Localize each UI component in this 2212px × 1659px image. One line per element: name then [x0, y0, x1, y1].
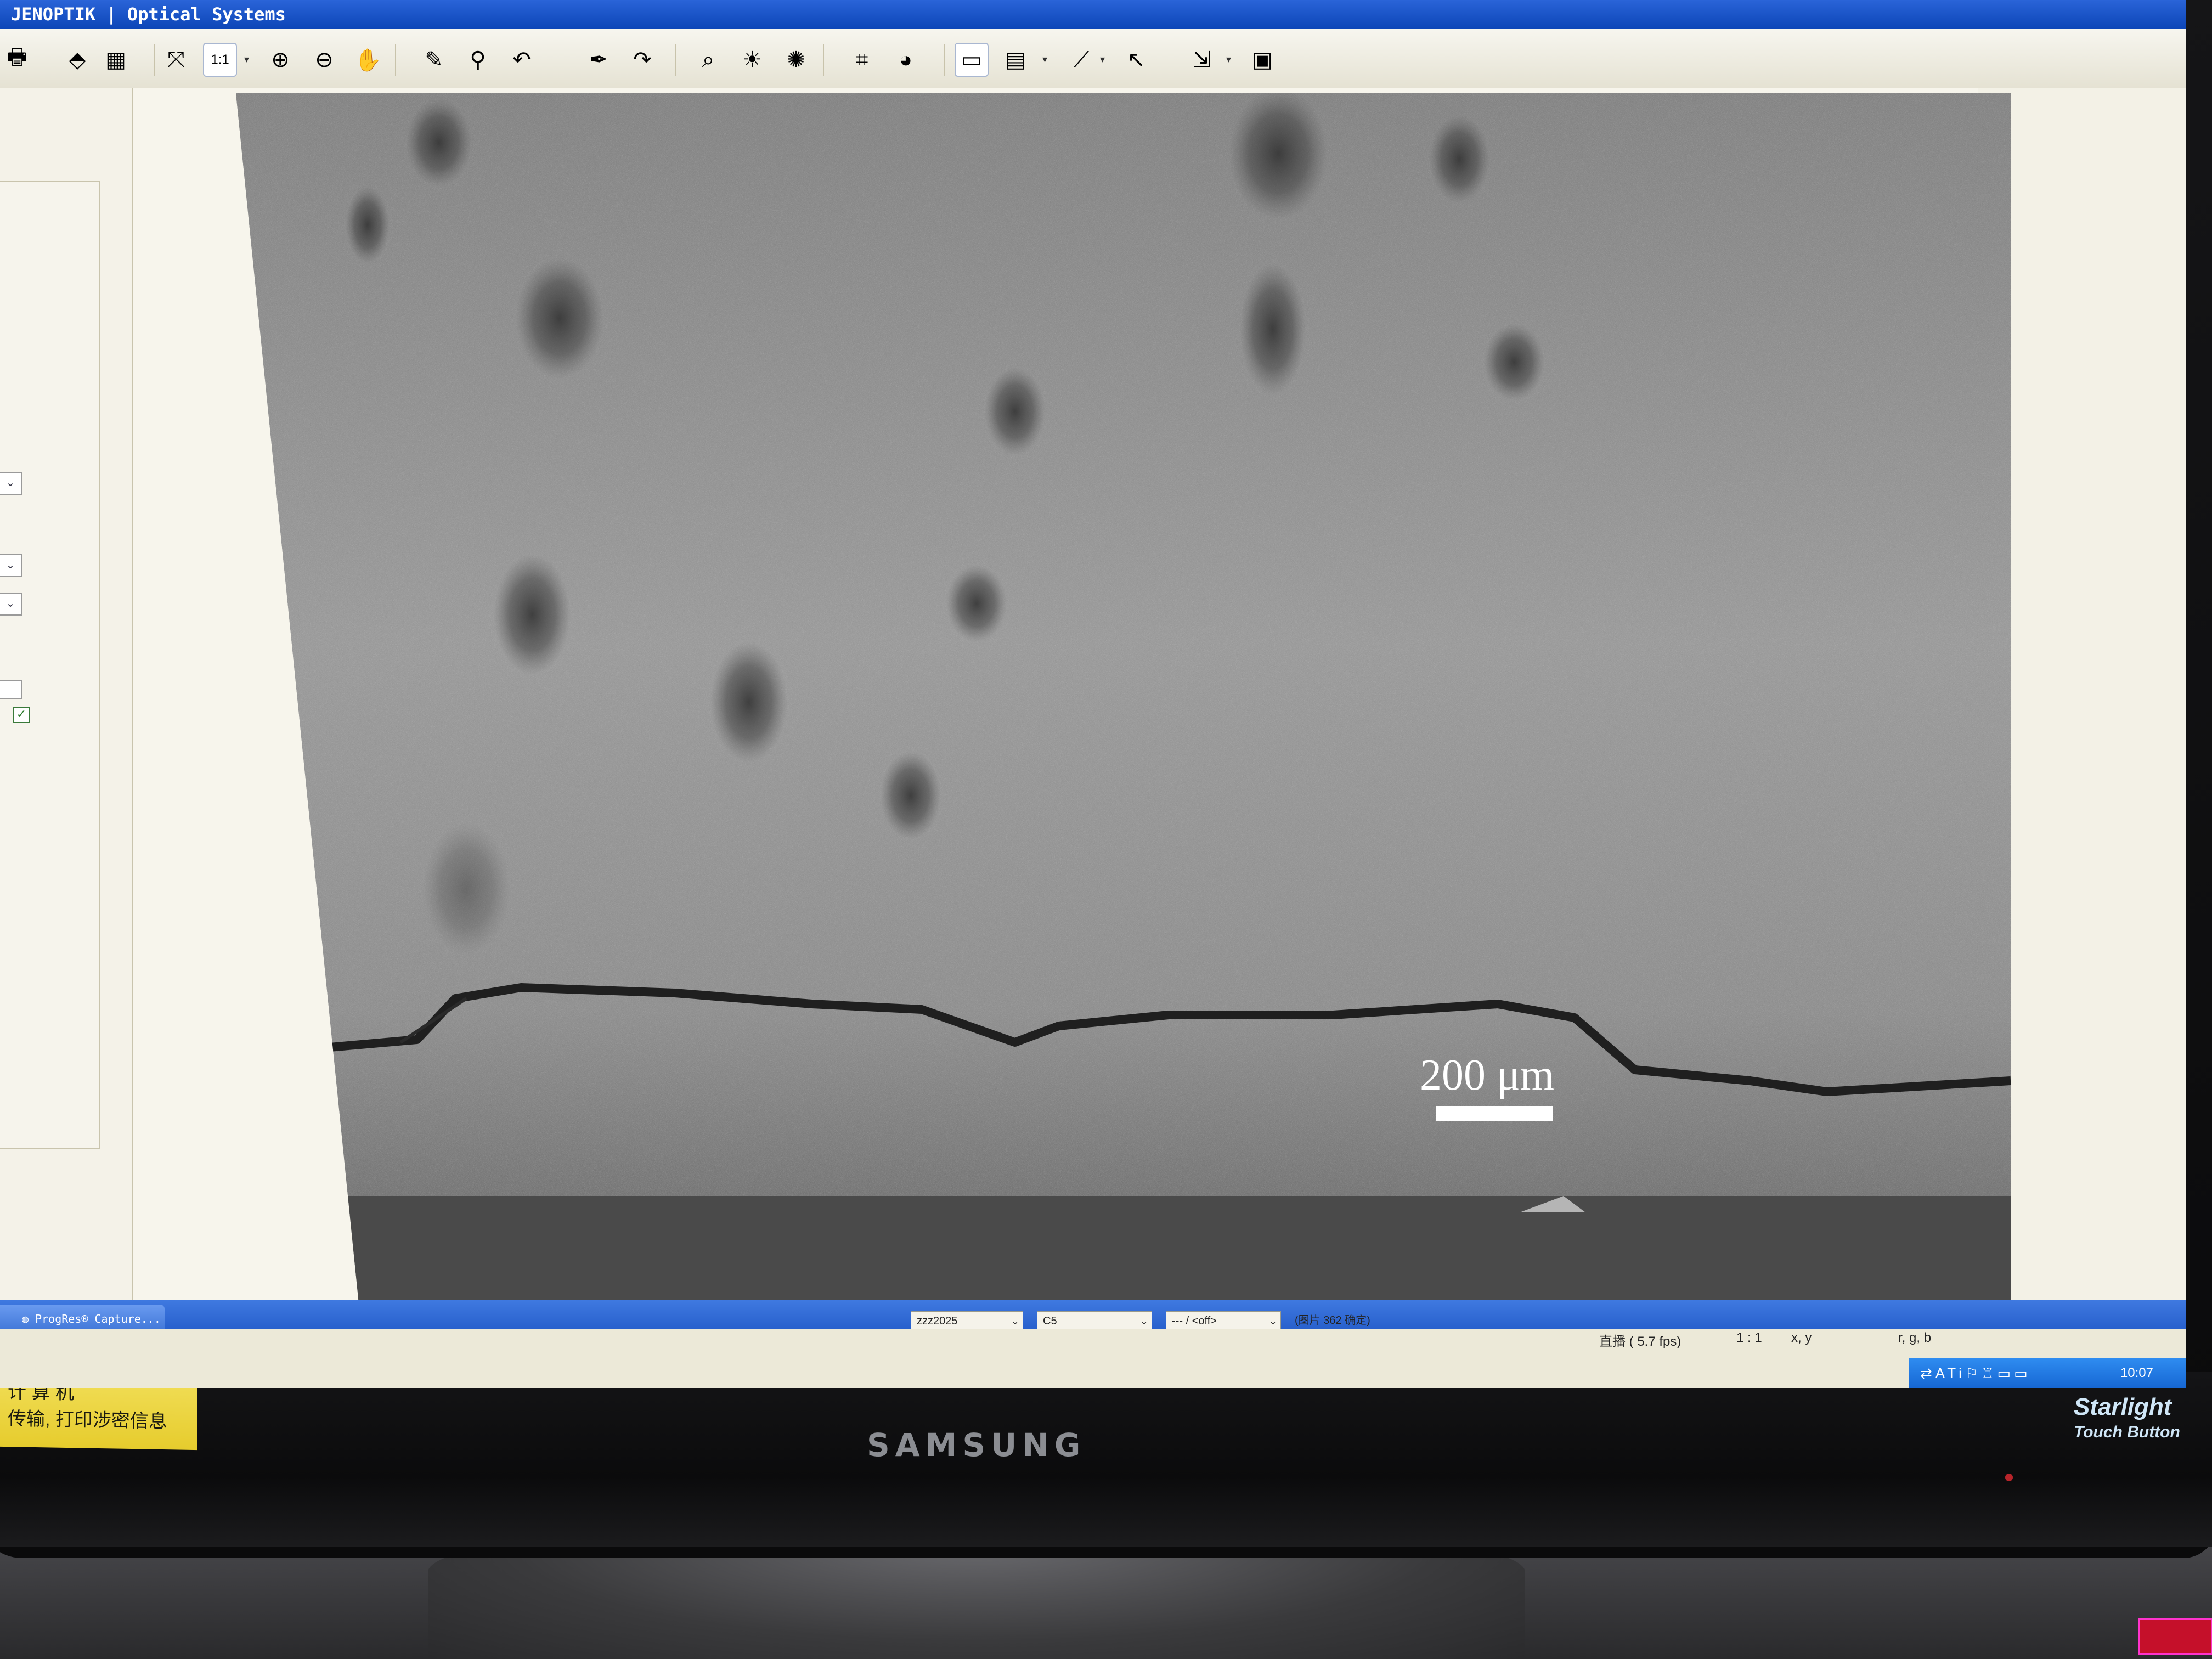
- micrograph: [236, 93, 2011, 1317]
- chevron-down-icon: ⌄: [1139, 1316, 1148, 1327]
- cursor-coords: x, y: [1791, 1330, 1812, 1345]
- toolbar: 🖶 ⬘ ▦ ⤧ 1:1 ⊕ ⊖ ✋ ✎ ⚲ ↶ ✒ ↷ ⌕ ☀ ✺ ⌗ ◕ ▭ ▤ ⟋ ↖ ⇲ ▣ ▾ ▾ ▾ ▾: [0, 29, 2186, 89]
- left-panel: ⌄ ⌄ ⌄ ✓: [0, 88, 133, 1300]
- left-field-2[interactable]: ⌄: [0, 554, 22, 577]
- left-field-1[interactable]: ⌄: [0, 472, 22, 495]
- camera-select[interactable]: C5 ⌄: [1037, 1311, 1152, 1331]
- zoom-level: 1 : 1: [1736, 1330, 1762, 1345]
- hand-pan-icon[interactable]: ✋: [351, 43, 385, 77]
- dropdown-arrow-icon[interactable]: ▾: [1042, 54, 1047, 65]
- toolbar-separator: [395, 44, 396, 76]
- chevron-down-icon: ⌄: [1268, 1316, 1277, 1327]
- redo-arrow-icon[interactable]: ↷: [625, 43, 659, 77]
- chevron-down-icon: ⌄: [1011, 1316, 1019, 1327]
- chevron-down-icon: ⌄: [5, 597, 15, 610]
- profile-select[interactable]: zzz2025 ⌄: [911, 1311, 1023, 1331]
- photo-frame: SAMSUNG 计 算 机 传输, 打印涉密信息 Starlight Touch…: [0, 0, 2212, 1659]
- line-measure-icon[interactable]: ⟋: [1064, 43, 1098, 77]
- chevron-down-icon: ⌄: [5, 559, 15, 571]
- left-field-3[interactable]: ⌄: [0, 592, 22, 616]
- starlight-label: Starlight Touch Button: [2074, 1393, 2212, 1476]
- overlay-icon[interactable]: ▭: [955, 43, 989, 77]
- zoom-in-icon[interactable]: ⊕: [263, 43, 297, 77]
- profile-value: zzz2025: [917, 1315, 958, 1327]
- starlight-title: Starlight: [2074, 1393, 2172, 1420]
- color-icon[interactable]: ◕: [889, 43, 923, 77]
- starlight-subtitle: Touch Button: [2074, 1423, 2180, 1441]
- white-balance-icon[interactable]: ⚲: [461, 43, 495, 77]
- ruler-icon[interactable]: ▤: [998, 43, 1032, 77]
- pixel-rgb: r, g, b: [1898, 1330, 1932, 1345]
- image-gallery-icon[interactable]: ▦: [99, 43, 133, 77]
- toolbar-separator: [823, 44, 824, 76]
- brand-logo: SAMSUNG: [867, 1426, 1086, 1464]
- brightness-icon[interactable]: ☀: [735, 43, 769, 77]
- toolbar-separator: [675, 44, 676, 76]
- live-fps: 直播 ( 5.7 fps): [1599, 1334, 1681, 1349]
- scale-bar-label: 200 μm: [1420, 1051, 1555, 1099]
- window-title: JENOPTIK | Optical Systems: [0, 0, 2186, 29]
- dropdown-arrow-icon[interactable]: ▾: [1226, 54, 1231, 65]
- acquire-icon[interactable]: ⬘: [60, 43, 94, 77]
- corner-badge: [2138, 1618, 2212, 1655]
- fit-window-icon[interactable]: ⤧: [159, 43, 193, 77]
- power-led: [2005, 1474, 2013, 1481]
- tray-icons[interactable]: ⇄ATi⚐♖▭▭: [1920, 1358, 2031, 1388]
- monitor-bezel: [0, 1372, 2212, 1547]
- pipette-icon[interactable]: ✎: [417, 43, 451, 77]
- dropdown-arrow-icon[interactable]: ▾: [1100, 54, 1105, 65]
- mode-select[interactable]: --- / <off> ⌄: [1166, 1311, 1281, 1331]
- eyedropper-icon[interactable]: ✒: [582, 43, 616, 77]
- find-icon[interactable]: ⌕: [691, 43, 725, 77]
- mode-value: --- / <off>: [1172, 1315, 1217, 1327]
- image-count: (图片 362 确定): [1295, 1314, 1370, 1327]
- screen: JENOPTIK | Optical Systems 🖶 ⬘ ▦ ⤧ 1:1 ⊕ ⊖ ✋ ✎ ⚲ ↶…: [0, 0, 2186, 1388]
- export-icon[interactable]: ⇲: [1185, 43, 1219, 77]
- clock: 10:07: [2120, 1365, 2153, 1380]
- status-line: [0, 1329, 2186, 1350]
- camera-value: C5: [1043, 1315, 1057, 1327]
- zoom-1to1-icon[interactable]: 1:1: [203, 43, 237, 77]
- crop-icon[interactable]: ⌗: [845, 43, 879, 77]
- system-tray: ⇄ATi⚐♖▭▭ 10:07: [1909, 1358, 2186, 1388]
- print-icon[interactable]: 🖶: [0, 43, 34, 77]
- undo-icon[interactable]: ↶: [505, 43, 539, 77]
- settings-panel: [0, 181, 100, 1149]
- microscope-image[interactable]: 200 μm: [236, 93, 2011, 1317]
- checkbox[interactable]: ✓: [13, 707, 30, 723]
- left-field-4[interactable]: [0, 680, 22, 699]
- sticker-line-2: 传输, 打印涉密信息: [8, 1408, 167, 1432]
- toolbar-separator: [944, 44, 945, 76]
- exposure-icon[interactable]: ✺: [779, 43, 813, 77]
- pointer-icon[interactable]: ↖: [1119, 43, 1153, 77]
- chevron-down-icon: ⌄: [5, 477, 15, 489]
- toolbar-separator: [154, 44, 155, 76]
- scale-bar: [1436, 1106, 1553, 1121]
- toolbox-icon[interactable]: ▣: [1245, 43, 1279, 77]
- zoom-out-icon[interactable]: ⊖: [307, 43, 341, 77]
- dropdown-arrow-icon[interactable]: ▾: [244, 54, 249, 65]
